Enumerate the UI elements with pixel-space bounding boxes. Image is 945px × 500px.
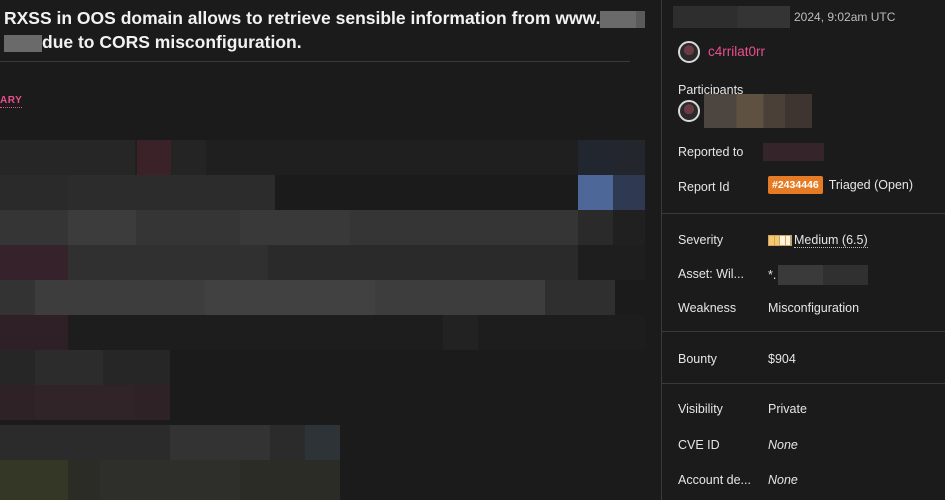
weakness-label: Weakness	[678, 301, 737, 315]
severity-value[interactable]: Medium (6.5)	[768, 233, 868, 248]
redacted-participants	[704, 94, 812, 128]
account-details-label: Account de...	[678, 473, 751, 487]
report-title: RXSS in OOS domain allows to retrieve se…	[4, 6, 645, 54]
redacted-program[interactable]	[763, 143, 824, 161]
divider-3	[662, 383, 945, 384]
reporter-name-link[interactable]: c4rrilat0rr	[708, 44, 765, 59]
reporter-avatar[interactable]	[678, 41, 700, 63]
weakness-value[interactable]: Misconfiguration	[768, 301, 859, 315]
reported-to-label: Reported to	[678, 145, 744, 159]
cve-id-value: None	[768, 438, 798, 452]
report-id-label: Report Id	[678, 180, 730, 194]
visibility-label: Visibility	[678, 402, 723, 416]
severity-label: Severity	[678, 233, 724, 247]
account-details-value: None	[768, 473, 798, 487]
bounty-value: $904	[768, 352, 796, 366]
bounty-label: Bounty	[678, 352, 717, 366]
divider-2	[662, 331, 945, 332]
redacted-domain-2	[4, 34, 42, 52]
participant-avatar[interactable]	[678, 100, 700, 122]
report-sidebar: 2024, 9:02am UTC c4rrilat0rr Participant…	[662, 0, 945, 500]
report-id-badge[interactable]: #2434446	[768, 176, 823, 194]
cve-id-label: CVE ID	[678, 438, 720, 452]
divider-1	[662, 213, 945, 214]
asset-prefix: *.	[768, 268, 777, 282]
redacted-date	[673, 6, 790, 28]
redacted-report-body	[0, 140, 645, 500]
asset-label: Asset: Wil...	[678, 267, 744, 281]
visibility-value: Private	[768, 402, 807, 416]
report-date: 2024, 9:02am UTC	[673, 6, 895, 28]
severity-text: Medium (6.5)	[794, 233, 868, 248]
redacted-asset	[778, 265, 869, 285]
report-main: RXSS in OOS domain allows to retrieve se…	[0, 0, 645, 500]
report-id-value: #2434446 Triaged (Open)	[768, 176, 913, 194]
asset-value: *.	[768, 265, 869, 285]
redacted-domain	[600, 10, 645, 28]
report-state: Triaged (Open)	[828, 178, 914, 192]
title-divider	[0, 61, 630, 62]
report-date-text: 2024, 9:02am UTC	[794, 10, 896, 24]
report-title-line-2: due to CORS misconfiguration.	[42, 32, 302, 52]
tab-summary[interactable]: ARY	[0, 95, 23, 108]
report-title-line-1: RXSS in OOS domain allows to retrieve se…	[4, 8, 601, 28]
severity-meter-icon	[768, 235, 792, 246]
